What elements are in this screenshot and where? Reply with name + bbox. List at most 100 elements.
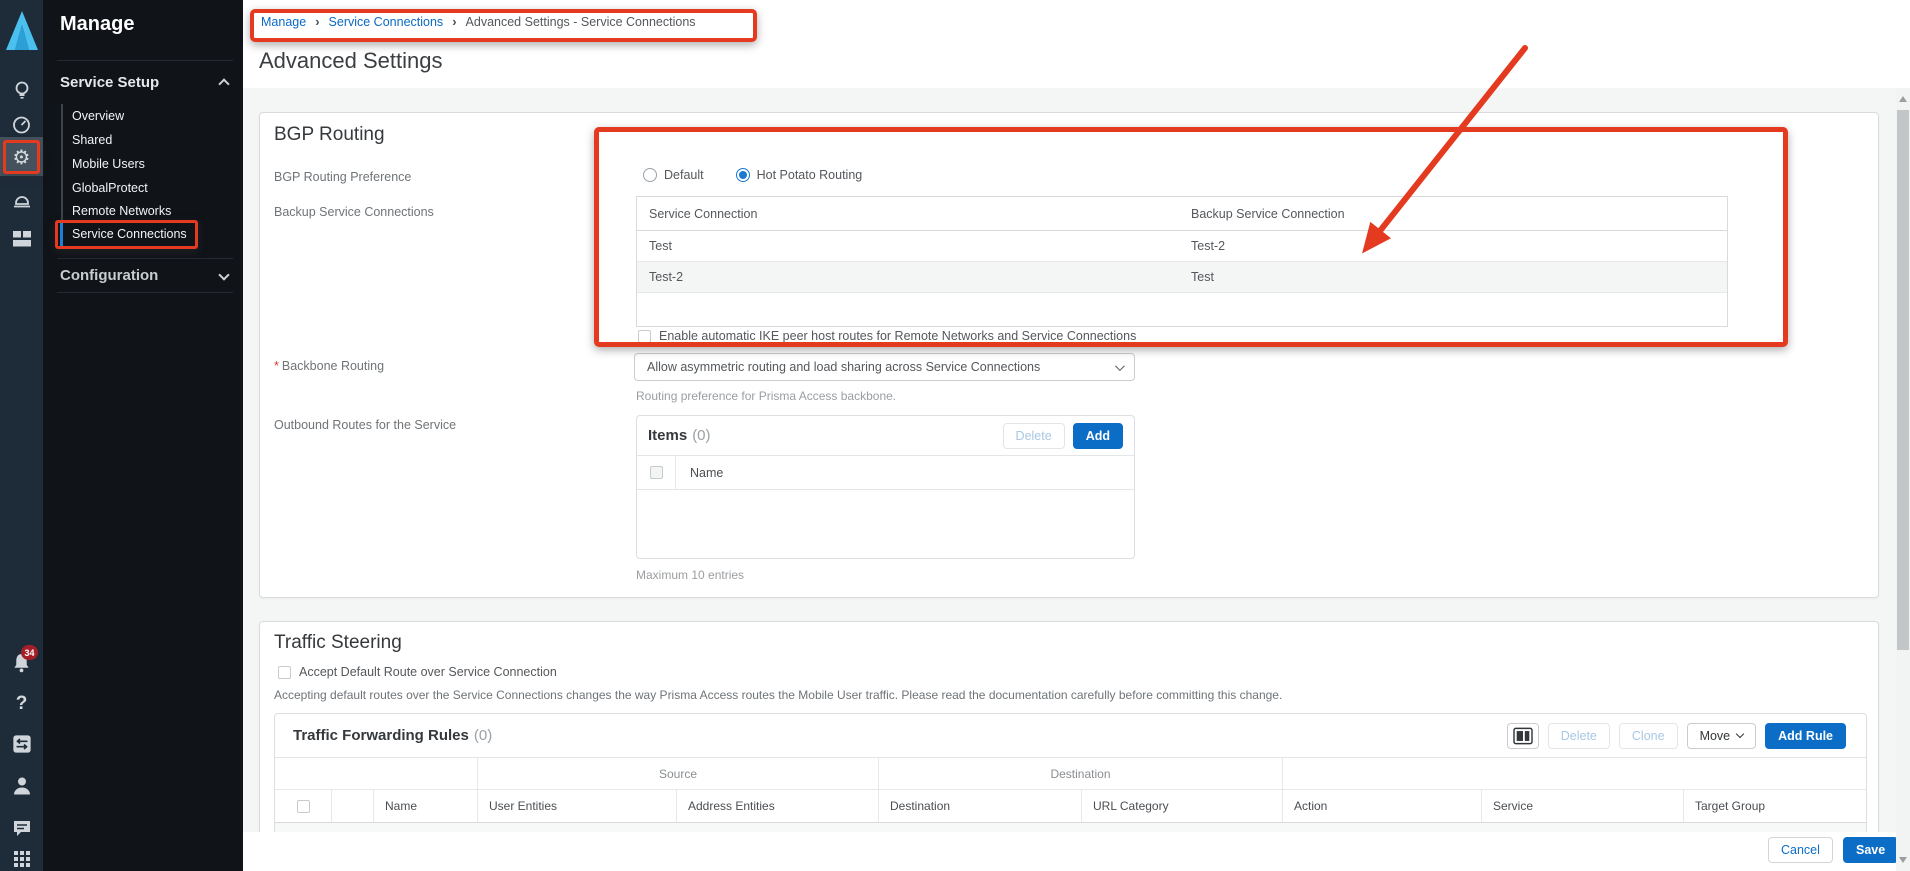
preferences-button[interactable] bbox=[0, 727, 43, 761]
app-switcher-button[interactable] bbox=[0, 842, 43, 871]
col-header-name[interactable]: Name bbox=[374, 790, 478, 822]
nav-panel: Manage Service Setup Overview Shared Mob… bbox=[43, 0, 243, 871]
backbone-routing-label-text: Backbone Routing bbox=[281, 359, 385, 373]
divider bbox=[57, 258, 233, 259]
columns-icon bbox=[1513, 727, 1533, 744]
scroll-up-button[interactable] bbox=[1899, 96, 1907, 102]
ike-checkbox-row: Enable automatic IKE peer host routes fo… bbox=[638, 329, 1136, 343]
col-header-backup-service-connection[interactable]: Backup Service Connection bbox=[1179, 207, 1727, 221]
help-button[interactable]: ? bbox=[0, 687, 43, 721]
scroll-down-button[interactable] bbox=[1899, 857, 1907, 863]
items-max-note: Maximum 10 entries bbox=[636, 568, 745, 582]
breadcrumb-manage[interactable]: Manage bbox=[261, 15, 306, 29]
radio-default[interactable] bbox=[643, 168, 657, 182]
user-button[interactable] bbox=[0, 769, 43, 803]
radio-hot-potato-label: Hot Potato Routing bbox=[756, 168, 863, 182]
page-title: Advanced Settings bbox=[259, 48, 443, 73]
cancel-button[interactable]: Cancel bbox=[1768, 837, 1833, 863]
outbound-routes-label: Outbound Routes for the Service bbox=[274, 418, 457, 432]
required-marker: * bbox=[274, 359, 279, 373]
divider bbox=[57, 292, 233, 293]
traffic-description: Accepting default routes over the Servic… bbox=[274, 688, 1283, 702]
sidebar-item-remote-networks[interactable]: Remote Networks bbox=[72, 199, 232, 223]
backbone-routing-select[interactable]: Allow asymmetric routing and load sharin… bbox=[634, 353, 1135, 381]
rules-clone-button[interactable]: Clone bbox=[1618, 722, 1678, 749]
breadcrumb-service-connections[interactable]: Service Connections bbox=[329, 15, 444, 29]
rules-column-header-row: Name User Entities Address Entities Dest… bbox=[275, 790, 1866, 823]
col-header-address-entities[interactable]: Address Entities bbox=[677, 790, 879, 822]
sidebar-item-overview[interactable]: Overview bbox=[72, 104, 232, 128]
accept-route-checkbox[interactable] bbox=[278, 665, 291, 679]
rules-title: Traffic Forwarding Rules bbox=[293, 727, 469, 744]
cell-backup: Test-2 bbox=[1191, 239, 1226, 253]
nav-panel-title: Manage bbox=[60, 13, 135, 35]
sidebar-item-mobile-users[interactable]: Mobile Users bbox=[72, 152, 232, 176]
blocks-grid-icon bbox=[12, 231, 31, 247]
nav-section-service-setup[interactable]: Service Setup bbox=[60, 74, 159, 91]
rules-group-header-row: Source Destination bbox=[275, 758, 1866, 790]
dashboard-button[interactable] bbox=[0, 108, 43, 142]
alerts-button[interactable] bbox=[0, 182, 43, 216]
cell-service: Test bbox=[649, 239, 672, 253]
column-picker-button[interactable] bbox=[1506, 722, 1539, 749]
col-header-service-connection[interactable]: Service Connection bbox=[637, 207, 1179, 221]
table-row[interactable]: Test-2 Test bbox=[637, 262, 1727, 293]
sidebar-item-service-connections[interactable]: Service Connections bbox=[72, 222, 232, 246]
col-header-user-entities[interactable]: User Entities bbox=[478, 790, 677, 822]
bgp-preference-label: BGP Routing Preference bbox=[274, 170, 412, 184]
gear-icon: ⚙ bbox=[12, 145, 31, 169]
backbone-routing-help: Routing preference for Prisma Access bac… bbox=[636, 389, 897, 403]
settings-button[interactable]: ⚙ bbox=[0, 140, 43, 174]
ike-checkbox[interactable] bbox=[638, 329, 651, 343]
insights-button[interactable] bbox=[0, 73, 43, 107]
vertical-scrollbar[interactable] bbox=[1896, 88, 1910, 871]
traffic-section-title: Traffic Steering bbox=[274, 632, 402, 653]
save-button[interactable]: Save bbox=[1843, 837, 1899, 863]
prisma-logo[interactable] bbox=[0, 8, 43, 54]
feedback-button[interactable] bbox=[0, 811, 43, 845]
table-header-row: Service Connection Backup Service Connec… bbox=[637, 197, 1727, 231]
items-panel: Items (0) Delete Add Name bbox=[636, 415, 1135, 559]
col-header-destination[interactable]: Destination bbox=[879, 790, 1082, 822]
col-header-service[interactable]: Service bbox=[1482, 790, 1684, 822]
col-header-action[interactable]: Action bbox=[1283, 790, 1482, 822]
select-all-checkbox[interactable] bbox=[649, 466, 663, 479]
move-label: Move bbox=[1699, 728, 1731, 743]
chat-icon bbox=[13, 820, 30, 836]
app-window: ⚙ ? 34 Manage Service Setup Overview Sha… bbox=[0, 0, 1910, 871]
person-icon bbox=[13, 777, 30, 795]
chevron-down-icon[interactable] bbox=[218, 269, 230, 281]
nav-section-configuration[interactable]: Configuration bbox=[60, 267, 158, 284]
sidebar-item-globalprotect[interactable]: GlobalProtect bbox=[72, 176, 232, 200]
items-panel-header: Items (0) Delete Add bbox=[637, 416, 1134, 456]
rules-move-button[interactable]: Move bbox=[1686, 722, 1757, 749]
gauge-icon bbox=[13, 116, 30, 134]
divider bbox=[57, 60, 233, 61]
scrollbar-thumb[interactable] bbox=[1897, 110, 1909, 650]
backbone-routing-value: Allow asymmetric routing and load sharin… bbox=[647, 360, 1041, 374]
notification-count-badge: 34 bbox=[21, 645, 38, 660]
select-all-checkbox[interactable] bbox=[296, 799, 310, 813]
ike-checkbox-label: Enable automatic IKE peer host routes fo… bbox=[659, 329, 1137, 343]
active-item-indicator bbox=[60, 222, 63, 247]
backbone-routing-label: * Backbone Routing bbox=[274, 359, 384, 373]
add-rule-button[interactable]: Add Rule bbox=[1765, 722, 1846, 749]
items-name-header[interactable]: Name bbox=[676, 466, 723, 480]
workflows-button[interactable] bbox=[0, 222, 43, 256]
chevron-up-icon[interactable] bbox=[218, 78, 230, 90]
radio-group-bgp-preference: Default Hot Potato Routing bbox=[643, 168, 862, 182]
items-add-button[interactable]: Add bbox=[1072, 422, 1123, 449]
footer-bar bbox=[243, 832, 1910, 871]
table-row[interactable]: Test Test-2 bbox=[637, 231, 1727, 262]
items-delete-button[interactable]: Delete bbox=[1002, 422, 1065, 449]
accept-route-label: Accept Default Route over Service Connec… bbox=[299, 665, 557, 679]
radio-hot-potato[interactable] bbox=[735, 168, 750, 182]
col-header-target-group[interactable]: Target Group bbox=[1684, 790, 1866, 822]
sidebar-item-shared[interactable]: Shared bbox=[72, 128, 232, 152]
group-blank bbox=[275, 758, 478, 789]
items-title: Items bbox=[648, 427, 688, 444]
rules-delete-button[interactable]: Delete bbox=[1547, 722, 1610, 749]
col-header-url-category[interactable]: URL Category bbox=[1082, 790, 1283, 822]
group-source: Source bbox=[478, 758, 879, 789]
accept-route-checkbox-row: Accept Default Route over Service Connec… bbox=[278, 665, 557, 679]
